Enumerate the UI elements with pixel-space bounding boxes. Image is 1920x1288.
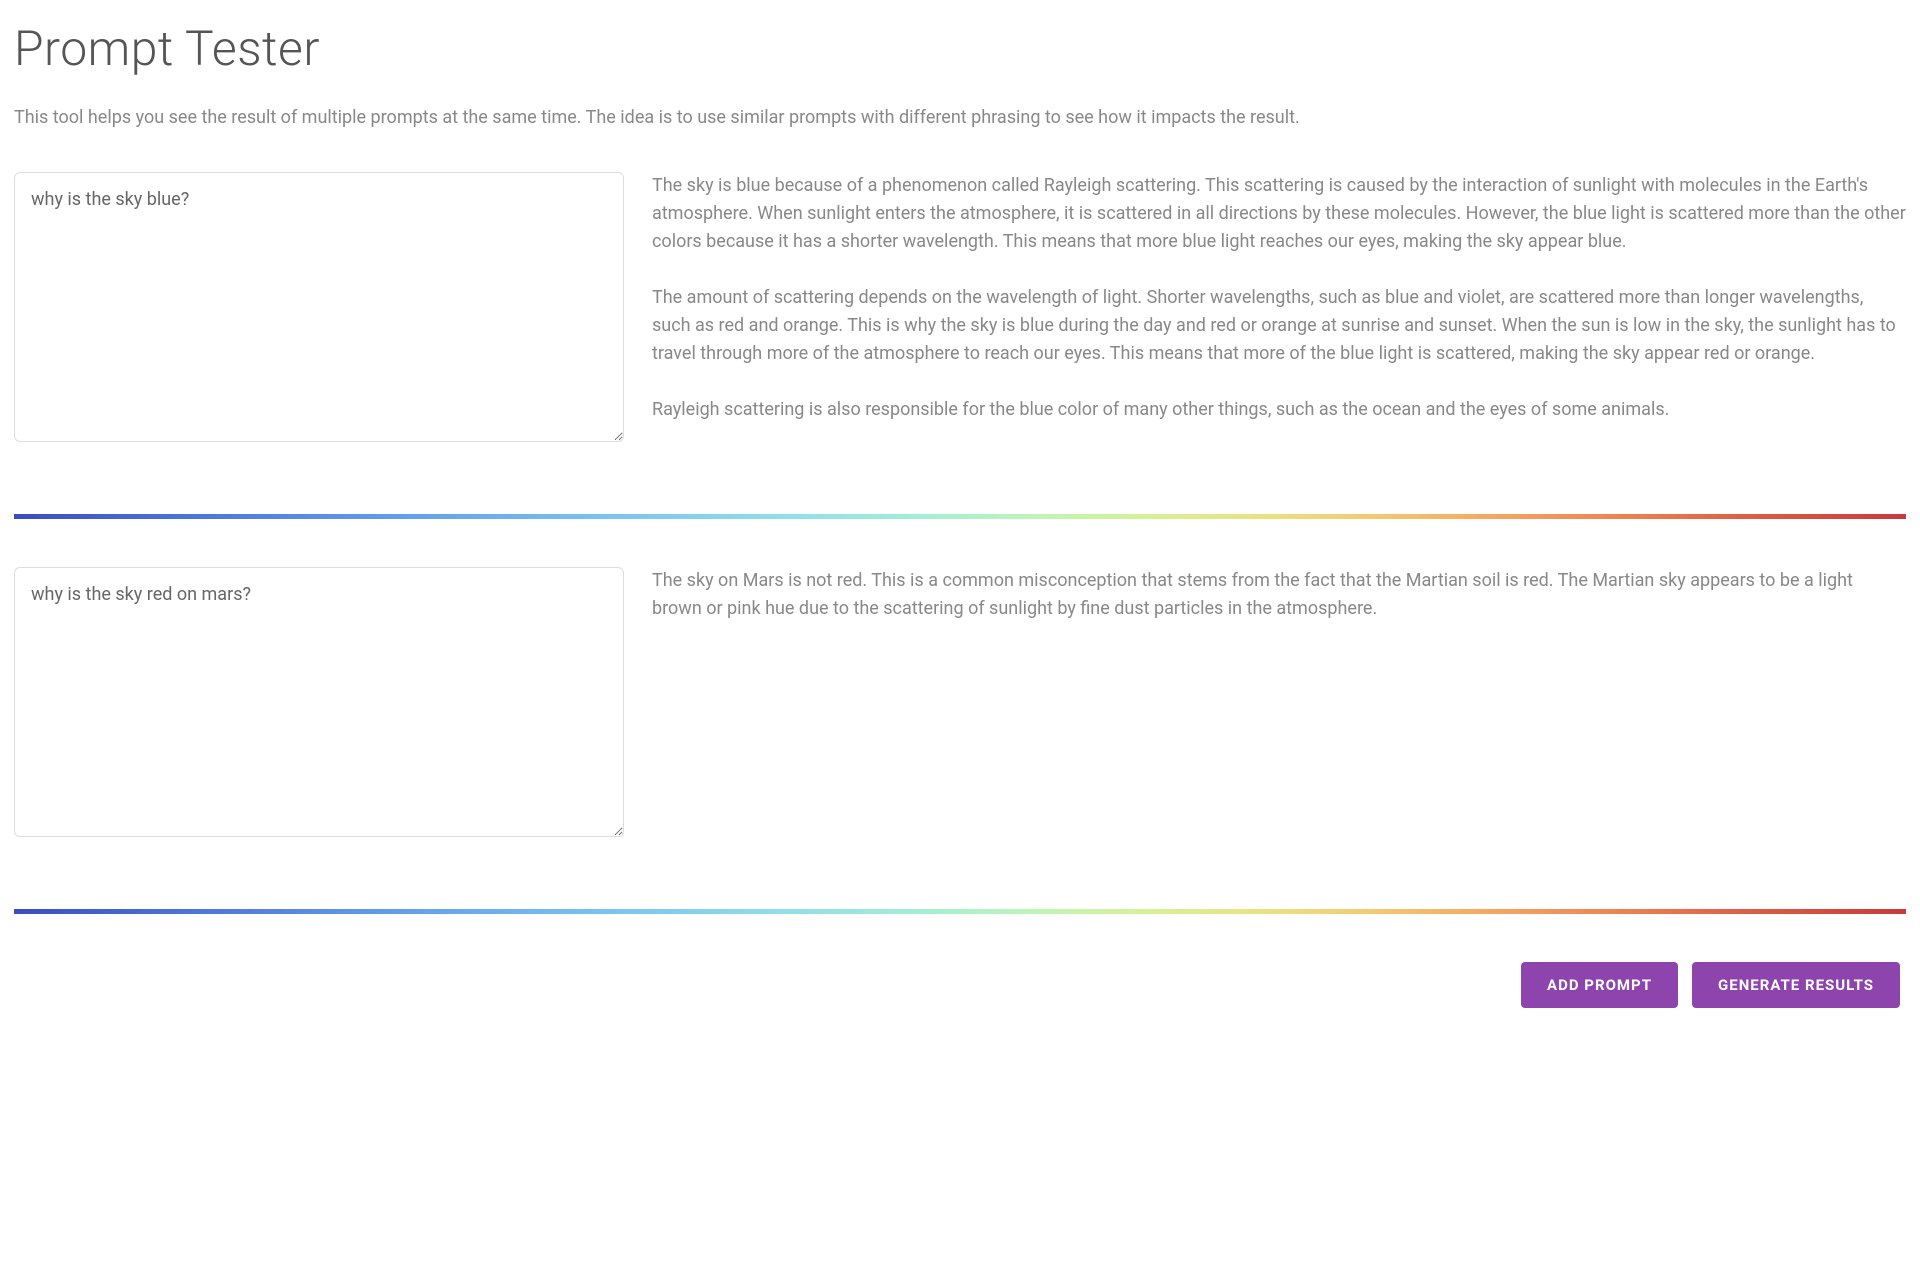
prompt-input-column <box>14 567 624 841</box>
prompt-input[interactable] <box>14 172 624 442</box>
prompt-input-column <box>14 172 624 446</box>
result-paragraph: The amount of scattering depends on the … <box>652 284 1906 368</box>
prompt-row: The sky on Mars is not red. This is a co… <box>14 567 1906 841</box>
result-paragraph: The sky is blue because of a phenomenon … <box>652 172 1906 256</box>
prompt-row: The sky is blue because of a phenomenon … <box>14 172 1906 446</box>
page-title: Prompt Tester <box>14 20 1906 77</box>
action-button-row: ADD PROMPT GENERATE RESULTS <box>14 962 1906 1008</box>
add-prompt-button[interactable]: ADD PROMPT <box>1521 962 1678 1008</box>
result-paragraph: Rayleigh scattering is also responsible … <box>652 396 1906 424</box>
page-description: This tool helps you see the result of mu… <box>14 105 1906 130</box>
rainbow-divider <box>14 909 1906 914</box>
generate-results-button[interactable]: GENERATE RESULTS <box>1692 962 1900 1008</box>
rainbow-divider <box>14 514 1906 519</box>
prompt-input[interactable] <box>14 567 624 837</box>
prompt-result-column: The sky on Mars is not red. This is a co… <box>652 567 1906 623</box>
result-paragraph: The sky on Mars is not red. This is a co… <box>652 567 1906 623</box>
prompt-result-column: The sky is blue because of a phenomenon … <box>652 172 1906 423</box>
